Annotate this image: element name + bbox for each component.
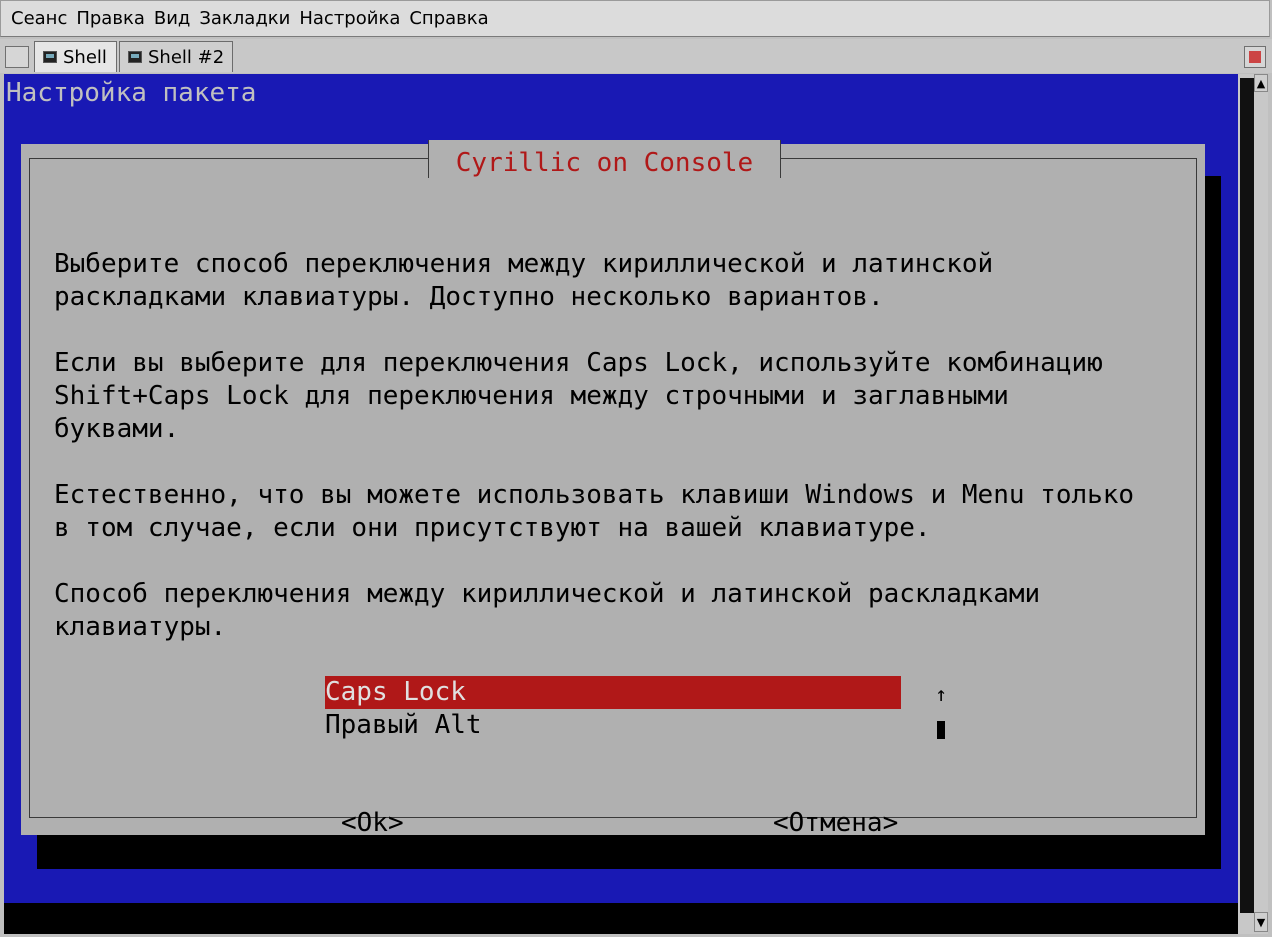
ok-button[interactable]: <Ok> [341, 807, 404, 840]
tab-label: Shell #2 [148, 46, 225, 68]
scroll-up-icon[interactable]: ▲ [1254, 74, 1268, 92]
menu-help[interactable]: Справка [399, 8, 488, 29]
menu-bar: Сеанс Правка Вид Закладки Настройка Спра… [0, 0, 1270, 37]
terminal-bottom-strip [4, 903, 1238, 934]
list-scroll-thumb [937, 721, 945, 739]
tab-bar: Shell Shell #2 [0, 39, 1272, 73]
menu-view[interactable]: Вид [144, 8, 191, 29]
scroll-up-arrow-icon: ↑ [935, 682, 948, 706]
dialog-paragraph: Если вы выберите для переключения Caps L… [54, 348, 1103, 444]
new-tab-icon[interactable] [5, 46, 29, 68]
dialog-paragraph: Способ переключения между кириллической … [54, 579, 1041, 642]
menu-settings[interactable]: Настройка [289, 8, 400, 29]
scrollbar-trough[interactable] [1240, 78, 1254, 913]
tab-shell-2[interactable]: Shell #2 [119, 41, 233, 72]
dialog-backtitle: Настройка пакета [6, 78, 257, 108]
choice-caps-lock[interactable]: Caps Lock [325, 676, 901, 709]
choice-right-alt[interactable]: Правый Alt [325, 709, 901, 742]
scroll-down-icon[interactable]: ▼ [1254, 912, 1268, 932]
close-tab-icon[interactable] [1244, 46, 1266, 68]
menu-edit[interactable]: Правка [66, 8, 145, 29]
dialog-paragraph: Выберите способ переключения между кирил… [54, 249, 994, 312]
menu-bookmarks[interactable]: Закладки [189, 8, 290, 29]
terminal-view[interactable]: Настройка пакета Cyrillic on Console Выб… [4, 74, 1238, 903]
dialog-title: Cyrillic on Console [455, 148, 754, 178]
cancel-button[interactable]: <Отмена> [773, 807, 898, 840]
tab-label: Shell [63, 46, 107, 68]
dialog-box: Cyrillic on Console Выберите способ пере… [21, 140, 1205, 838]
tab-shell[interactable]: Shell [34, 41, 117, 72]
choice-list[interactable]: Caps Lock Правый Alt [325, 676, 901, 742]
terminal-icon [43, 51, 57, 63]
terminal-icon [128, 51, 142, 63]
dialog-paragraph: Естественно, что вы можете использовать … [54, 480, 1135, 543]
menu-session[interactable]: Сеанс [1, 8, 67, 29]
